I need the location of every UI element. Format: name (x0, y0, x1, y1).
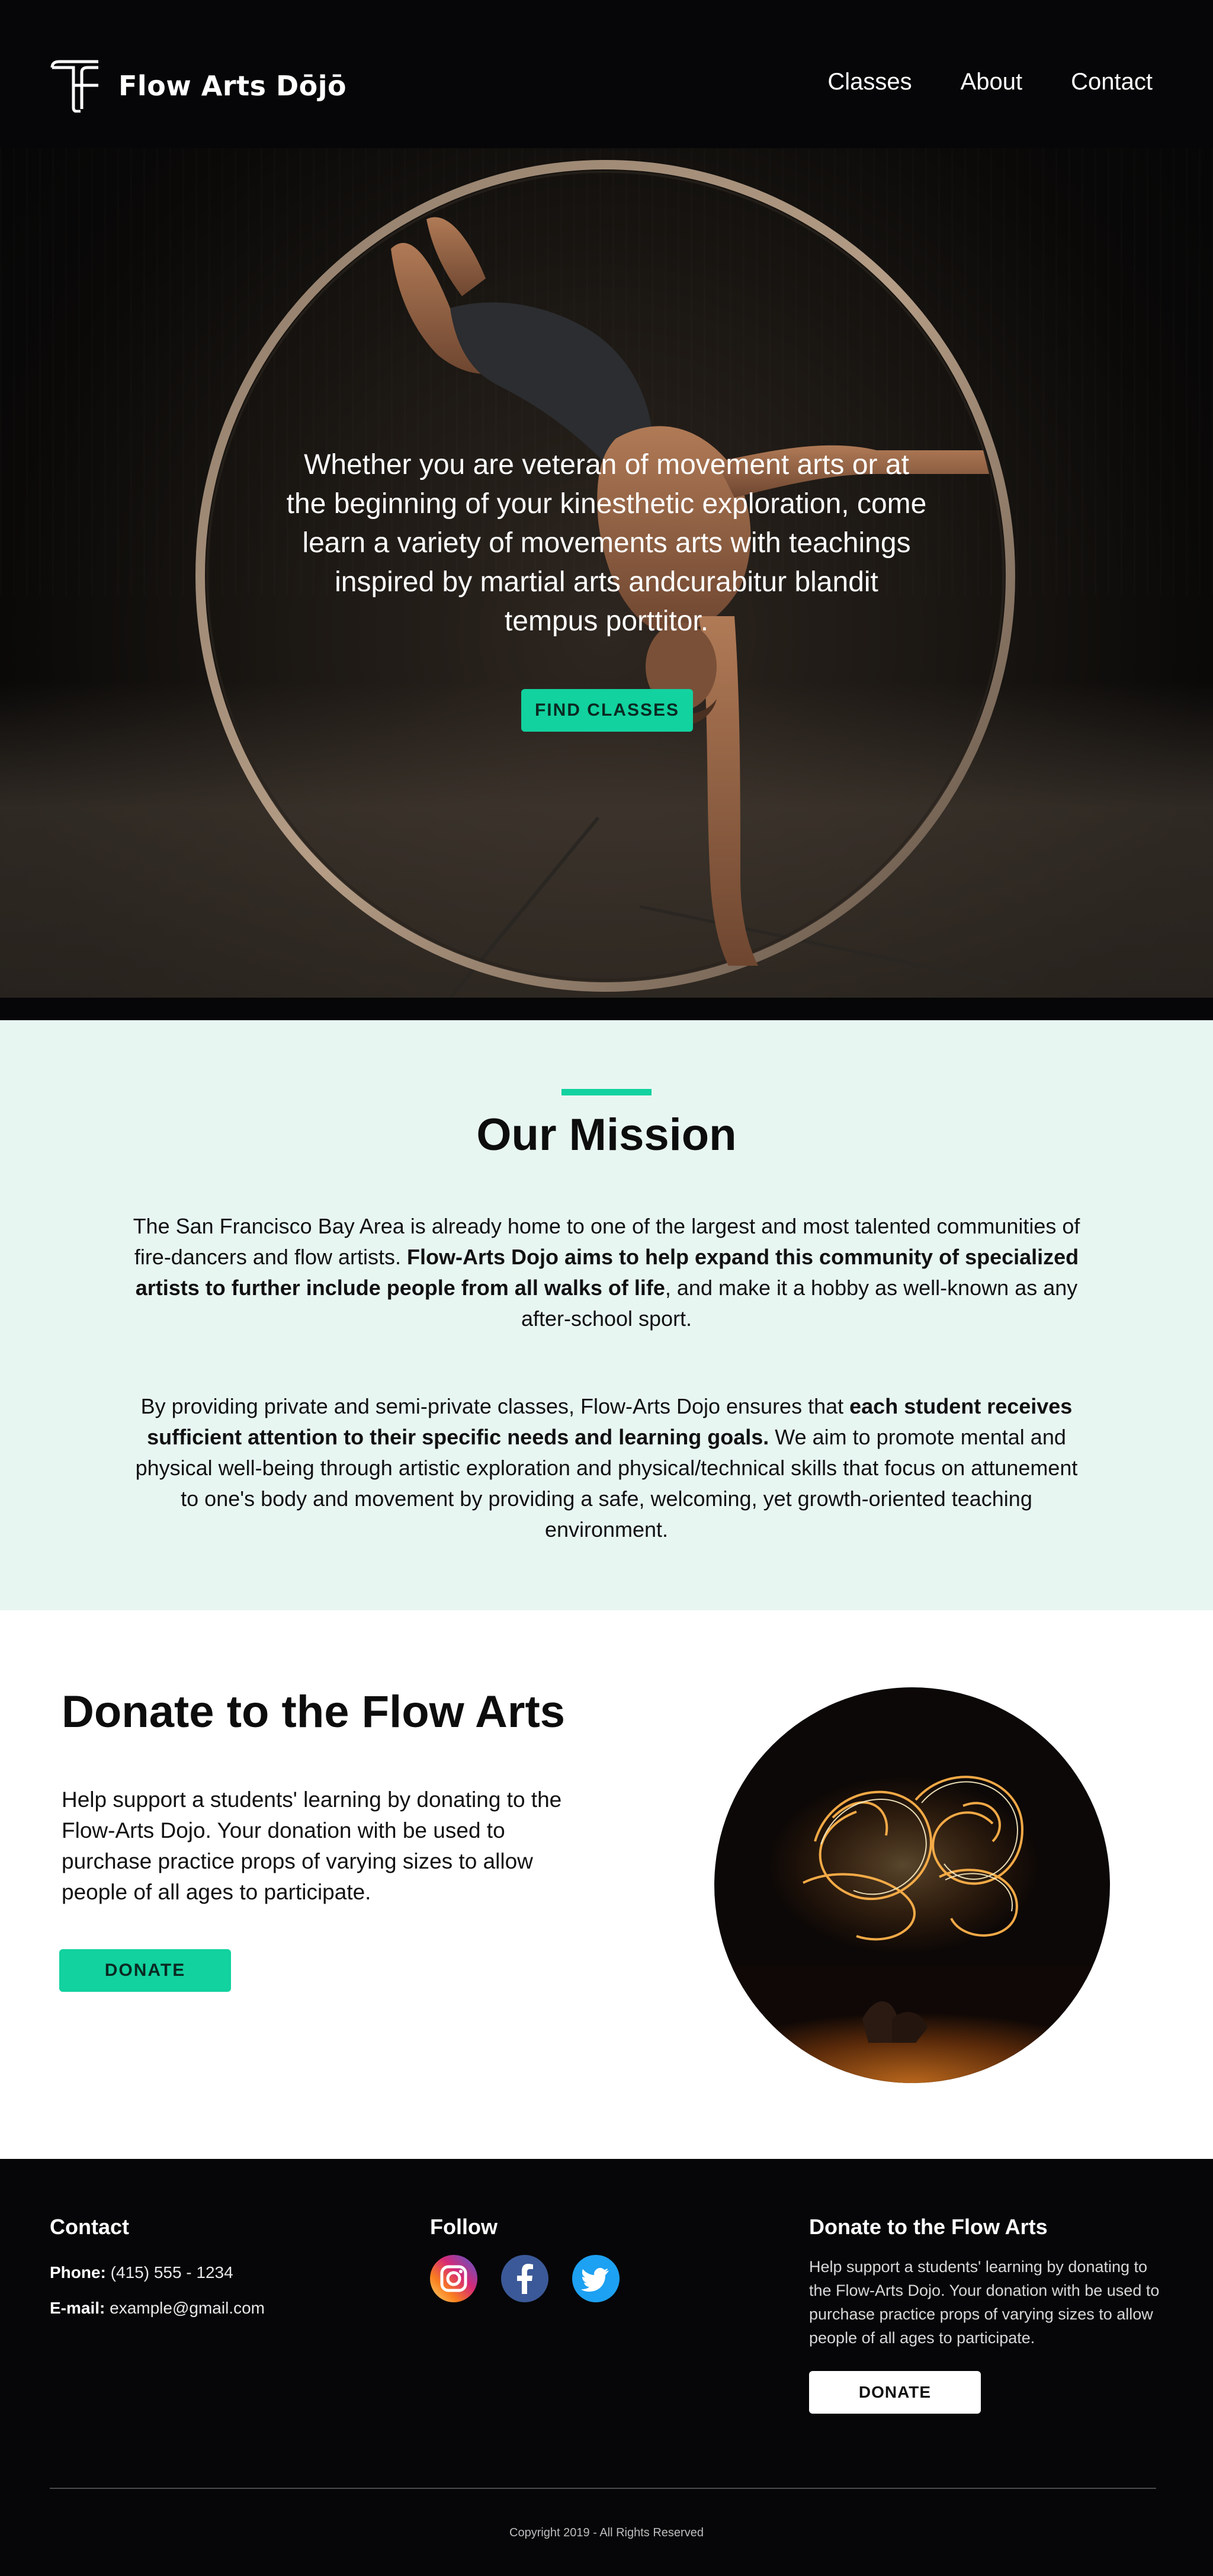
mission-title: Our Mission (476, 1110, 737, 1160)
facebook-icon[interactable] (501, 2255, 548, 2302)
twitter-icon[interactable] (572, 2255, 620, 2302)
donate-title: Donate to the Flow Arts (62, 1687, 566, 1737)
site-header: Flow Arts Dōjō Classes About Contact (0, 0, 1213, 148)
phone-label: Phone: (50, 2263, 106, 2282)
nav-about-link[interactable]: About (961, 69, 1023, 95)
footer-contact-title: Contact (50, 2215, 129, 2239)
footer-email: E-mail: example@gmail.com (50, 2290, 265, 2326)
mission-paragraph-1: The San Francisco Bay Area is already ho… (127, 1211, 1086, 1334)
footer-phone: Phone: (415) 555 - 1234 (50, 2255, 265, 2290)
site-footer: Contact Phone: (415) 555 - 1234 E-mail: … (0, 2159, 1213, 2576)
find-classes-button[interactable]: FIND CLASSES (521, 689, 693, 732)
hero-tagline: Whether you are veteran of movement arts… (286, 449, 927, 637)
footer-follow-column: Follow (430, 2215, 620, 2302)
footer-donate-button[interactable]: DONATE (809, 2371, 981, 2414)
mission-paragraph-2: By providing private and semi-private cl… (127, 1391, 1086, 1545)
copyright-text: Copyright 2019 - All Rights Reserved (509, 2526, 704, 2539)
donate-button[interactable]: DONATE (59, 1949, 231, 1992)
footer-donate-column: Donate to the Flow Arts Help support a s… (809, 2215, 1164, 2414)
social-links (430, 2255, 620, 2302)
main-nav: Classes About Contact (827, 69, 1153, 95)
footer-donate-description: Help support a students' learning by don… (809, 2258, 1160, 2347)
footer-divider (50, 2488, 1156, 2489)
brand-logo[interactable]: Flow Arts Dōjō (50, 59, 346, 113)
donate-section: Donate to the Flow Arts Help support a s… (0, 1610, 1213, 2159)
nav-classes-link[interactable]: Classes (827, 69, 912, 95)
brand-name: Flow Arts Dōjō (118, 70, 347, 102)
logo-mark-icon (50, 60, 98, 113)
footer-follow-title: Follow (430, 2215, 498, 2239)
donate-description: Help support a students' learning by don… (62, 1787, 562, 1904)
mission-section: Our Mission The San Francisco Bay Area i… (0, 1020, 1213, 1610)
phone-number[interactable]: (415) 555 - 1234 (106, 2263, 233, 2282)
fire-dancer-image (714, 1687, 1110, 2083)
footer-contact-column: Contact Phone: (415) 555 - 1234 E-mail: … (50, 2215, 265, 2326)
email-label: E-mail: (50, 2299, 105, 2317)
footer-donate-title: Donate to the Flow Arts (809, 2215, 1048, 2239)
hero-section: Flow Arts Dōjō Classes About Contact Whe… (0, 0, 1213, 1020)
mission-p2-text: By providing private and semi-private cl… (140, 1394, 850, 1418)
nav-contact-link[interactable]: Contact (1071, 69, 1153, 95)
email-address[interactable]: example@gmail.com (105, 2299, 265, 2317)
mission-accent-bar (561, 1089, 652, 1095)
instagram-icon[interactable] (430, 2255, 477, 2302)
